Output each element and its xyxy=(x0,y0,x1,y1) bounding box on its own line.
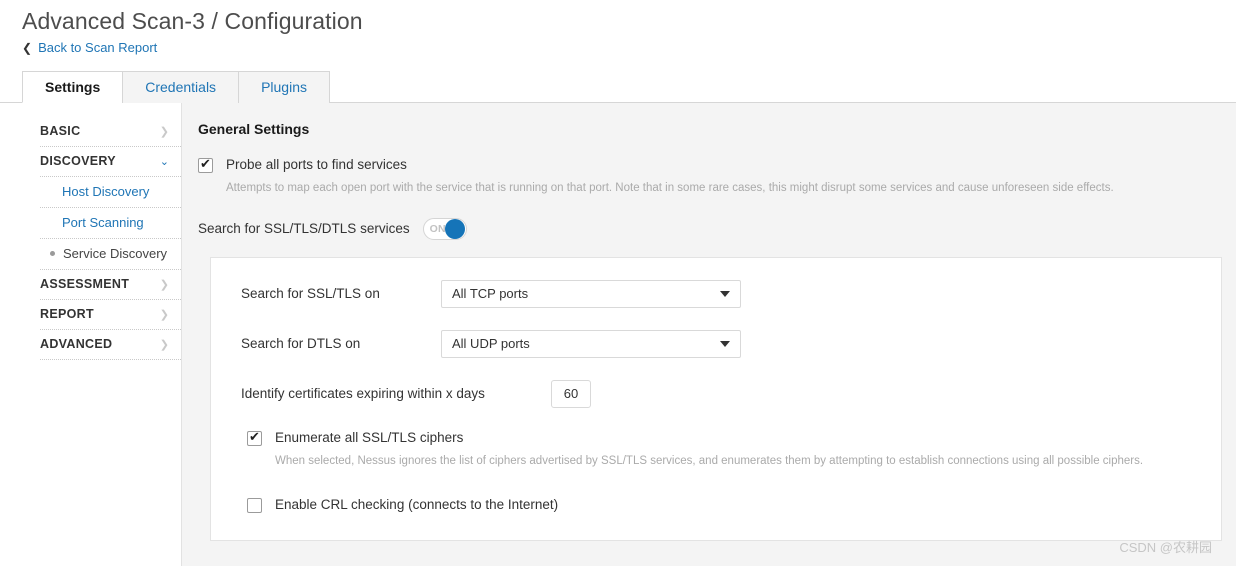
sidebar-item-port-scanning[interactable]: Port Scanning xyxy=(40,208,181,239)
search-dtls-on-row: Search for DTLS on All UDP ports xyxy=(211,329,1221,358)
sidebar-section-label: BASIC xyxy=(40,124,81,138)
page-title: Advanced Scan-3 / Configuration xyxy=(22,8,363,34)
sidebar-section-label: ASSESSMENT xyxy=(40,277,130,291)
sidebar-section-discovery[interactable]: DISCOVERY ⌄ xyxy=(40,147,181,177)
tab-plugins[interactable]: Plugins xyxy=(238,70,330,103)
sidebar: BASIC ❯ DISCOVERY ⌄ Host Discovery Port … xyxy=(0,102,182,566)
probe-all-ports-label: Probe all ports to find services xyxy=(226,156,407,172)
sidebar-item-label: Host Discovery xyxy=(62,184,150,199)
search-ssl-tls-on-label: Search for SSL/TLS on xyxy=(241,286,380,301)
cert-expiry-input[interactable] xyxy=(551,379,591,408)
chevron-down-icon xyxy=(720,290,730,297)
page-header: Advanced Scan-3 / Configuration ❮ Back t… xyxy=(0,0,1236,57)
probe-all-ports-checkbox[interactable] xyxy=(198,156,213,173)
sidebar-section-assessment[interactable]: ASSESSMENT ❯ xyxy=(40,270,181,300)
search-dtls-on-select[interactable]: All UDP ports xyxy=(441,329,741,358)
select-value: All UDP ports xyxy=(452,336,530,351)
chevron-right-icon: ❯ xyxy=(159,125,169,138)
tab-credentials[interactable]: Credentials xyxy=(122,70,240,103)
toggle-knob-icon xyxy=(444,218,465,239)
sidebar-section-basic[interactable]: BASIC ❯ xyxy=(40,117,181,147)
chevron-right-icon: ❯ xyxy=(159,338,169,351)
select-value: All TCP ports xyxy=(452,286,529,301)
back-to-scan-report-link[interactable]: ❮ Back to Scan Report xyxy=(22,40,157,55)
back-link-label: Back to Scan Report xyxy=(38,40,158,55)
search-ssl-tls-on-select[interactable]: All TCP ports xyxy=(441,279,741,308)
main-settings-panel: General Settings Probe all ports to find… xyxy=(182,102,1236,566)
enumerate-ciphers-help: When selected, Nessus ignores the list o… xyxy=(275,454,1144,467)
sidebar-section-label: ADVANCED xyxy=(40,337,113,351)
watermark: CSDN @农耕园 xyxy=(1119,539,1212,555)
sidebar-item-label: Port Scanning xyxy=(62,215,144,230)
active-bullet-icon xyxy=(50,251,55,256)
chevron-down-icon xyxy=(720,340,730,347)
crl-checking-row: Enable CRL checking (connects to the Int… xyxy=(211,497,1221,513)
chevron-right-icon: ❯ xyxy=(159,278,169,291)
cert-expiry-label: Identify certificates expiring within x … xyxy=(241,386,485,401)
chevron-down-icon: ⌄ xyxy=(159,155,169,168)
crl-checking-checkbox[interactable] xyxy=(247,497,262,513)
tabbar: Settings Credentials Plugins xyxy=(0,70,1236,103)
enumerate-ciphers-checkbox[interactable] xyxy=(247,429,262,446)
enumerate-ciphers-row: Enumerate all SSL/TLS ciphers xyxy=(211,429,1221,446)
sidebar-item-service-discovery[interactable]: Service Discovery xyxy=(40,239,181,270)
general-settings-heading: General Settings xyxy=(198,120,310,137)
sidebar-section-label: REPORT xyxy=(40,307,94,321)
sidebar-section-label: DISCOVERY xyxy=(40,154,116,168)
search-ssl-tls-on-row: Search for SSL/TLS on All TCP ports xyxy=(211,279,1221,308)
chevron-left-icon: ❮ xyxy=(22,40,33,55)
ssl-tls-dtls-toggle[interactable]: ON xyxy=(422,217,467,240)
body-wrapper: BASIC ❯ DISCOVERY ⌄ Host Discovery Port … xyxy=(0,102,1236,566)
search-dtls-on-label: Search for DTLS on xyxy=(241,336,361,351)
sidebar-item-host-discovery[interactable]: Host Discovery xyxy=(40,177,181,208)
ssl-tls-dtls-toggle-row: Search for SSL/TLS/DTLS services ON xyxy=(198,217,1236,240)
cert-expiry-row: Identify certificates expiring within x … xyxy=(211,379,1221,408)
ssl-settings-card: Search for SSL/TLS on All TCP ports Sear… xyxy=(210,256,1222,541)
probe-all-ports-help: Attempts to map each open port with the … xyxy=(226,181,1114,194)
sidebar-item-label: Service Discovery xyxy=(63,246,168,261)
toggle-state-text: ON xyxy=(429,222,446,235)
chevron-right-icon: ❯ xyxy=(159,308,169,321)
crl-checking-label: Enable CRL checking (connects to the Int… xyxy=(275,496,559,512)
ssl-tls-dtls-toggle-label: Search for SSL/TLS/DTLS services xyxy=(198,221,410,236)
sidebar-section-report[interactable]: REPORT ❯ xyxy=(40,300,181,330)
tab-settings[interactable]: Settings xyxy=(22,70,124,103)
enumerate-ciphers-label: Enumerate all SSL/TLS ciphers xyxy=(275,429,464,445)
probe-all-ports-row: Probe all ports to find services xyxy=(198,156,1236,173)
sidebar-section-advanced[interactable]: ADVANCED ❯ xyxy=(40,330,181,360)
